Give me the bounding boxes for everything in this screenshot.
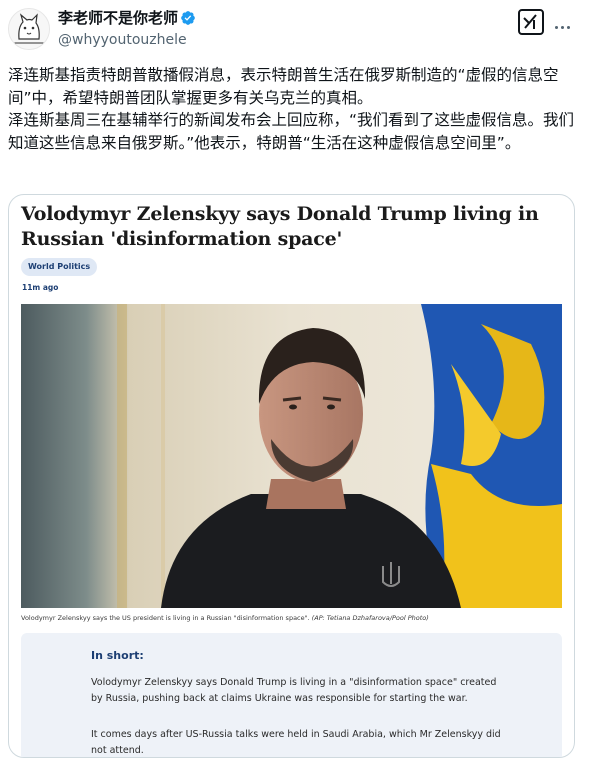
article-time: 11m ago — [22, 283, 59, 292]
article-card[interactable]: Volodymyr Zelenskyy says Donald Trump li… — [8, 194, 575, 758]
avatar[interactable] — [8, 8, 50, 50]
tweet-paragraph: 泽连斯基周三在基辅举行的新闻发布会上回应称，“我们看到了这些虚假信息。我们知道这… — [8, 111, 575, 152]
article-tag[interactable]: World Politics — [21, 258, 98, 276]
article-photo[interactable] — [21, 304, 562, 608]
summary-paragraph: It comes days after US-Russia talks were… — [91, 729, 501, 756]
photo-caption: Volodymyr Zelenskyy says the US presiden… — [21, 614, 562, 623]
in-short-summary: In short: Volodymyr Zelenskyy says Donal… — [21, 633, 562, 757]
in-short-title: In short: — [91, 649, 144, 662]
tweet-text: 泽连斯基指责特朗普散播假消息，表示特朗普生活在俄罗斯制造的“虚假的信息空间”中，… — [8, 64, 582, 154]
author-display-name[interactable]: 李老师不是你老师 — [58, 9, 178, 27]
cat-avatar-icon — [9, 9, 49, 49]
summary-paragraph: Volodymyr Zelenskyy says Donald Trump is… — [91, 677, 497, 704]
author-handle[interactable]: @whyyoutouzhele — [58, 31, 187, 49]
more-icon — [554, 26, 558, 29]
caption-credit: (AP: Tetiana Dzhafarova/Pool Photo) — [311, 614, 429, 622]
article-headline[interactable]: Volodymyr Zelenskyy says Donald Trump li… — [21, 202, 561, 252]
verified-badge-icon — [181, 11, 195, 25]
grok-button[interactable] — [518, 9, 544, 35]
grok-icon — [523, 14, 537, 29]
more-options-button[interactable] — [553, 14, 575, 30]
tweet-paragraph: 泽连斯基指责特朗普散播假消息，表示特朗普生活在俄罗斯制造的“虚假的信息空间”中，… — [8, 66, 559, 107]
zelenskyy-photo — [21, 304, 562, 608]
caption-text: Volodymyr Zelenskyy says the US presiden… — [21, 614, 310, 622]
